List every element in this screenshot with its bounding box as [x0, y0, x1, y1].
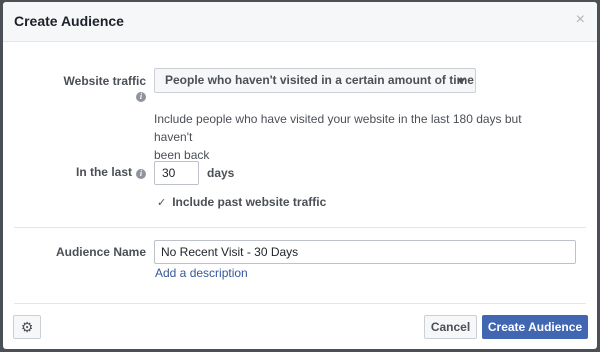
info-icon[interactable]: i	[136, 92, 146, 102]
help-text-line-2: been back	[154, 148, 210, 162]
include-past-traffic-checkbox[interactable]: ✓ Include past website traffic	[157, 195, 326, 209]
info-icon[interactable]: i	[136, 169, 146, 179]
settings-button[interactable]: ⚙	[13, 315, 41, 339]
section-divider	[14, 227, 586, 228]
dialog-header: Create Audience ×	[3, 2, 597, 42]
dialog-title: Create Audience	[14, 13, 124, 29]
checkmark-icon[interactable]: ✓	[157, 196, 166, 209]
days-unit-label: days	[207, 166, 235, 180]
gear-icon: ⚙	[20, 319, 34, 335]
close-icon[interactable]: ×	[576, 12, 585, 28]
website-traffic-label-text: Website traffic	[63, 74, 146, 88]
cancel-button[interactable]: Cancel	[424, 315, 477, 339]
add-description-link[interactable]: Add a description	[155, 266, 248, 280]
caret-down-icon	[457, 79, 465, 84]
website-traffic-help-text: Include people who have visited your web…	[154, 110, 554, 164]
audience-name-input[interactable]: No Recent Visit - 30 Days	[154, 240, 576, 264]
create-audience-button[interactable]: Create Audience	[482, 315, 588, 339]
website-traffic-label: Website traffic i	[51, 74, 146, 102]
website-traffic-selected-value: People who haven't visited in a certain …	[165, 73, 474, 87]
days-input[interactable]: 30	[154, 161, 199, 185]
in-the-last-label: In the last i	[51, 165, 146, 179]
include-past-traffic-label: Include past website traffic	[172, 195, 327, 209]
create-audience-dialog: Create Audience × Website traffic i Peopl…	[3, 2, 597, 349]
in-the-last-label-text: In the last	[75, 165, 132, 179]
website-traffic-select[interactable]: People who haven't visited in a certain …	[154, 68, 476, 93]
audience-name-label: Audience Name	[55, 245, 146, 259]
help-text-line-1: Include people who have visited your web…	[154, 112, 522, 144]
footer-divider	[14, 303, 586, 304]
